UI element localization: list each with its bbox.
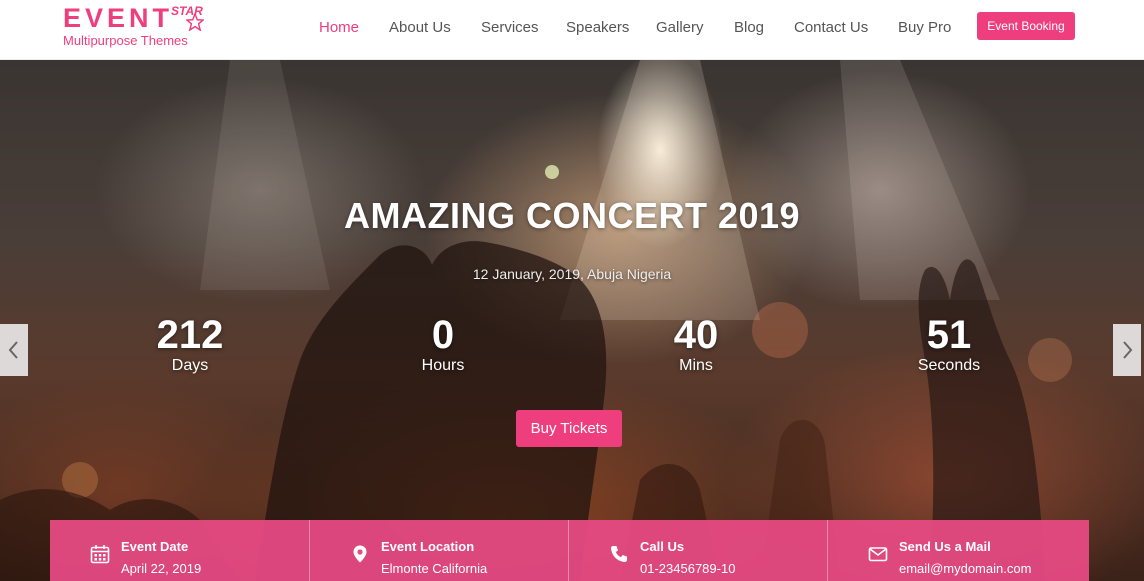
- info-title: Event Location: [381, 539, 475, 554]
- info-send-mail: Send Us a Mail email@mydomain.com: [827, 520, 1086, 581]
- hero-slider: AMAZING CONCERT 2019 12 January, 2019, A…: [0, 60, 1144, 581]
- info-title: Send Us a Mail: [899, 539, 991, 554]
- buy-tickets-button[interactable]: Buy Tickets: [516, 410, 622, 447]
- countdown-mins: 40 Mins: [626, 313, 766, 375]
- countdown-value: 51: [926, 313, 972, 357]
- countdown-label: Hours: [421, 357, 465, 374]
- countdown-value: 40: [673, 313, 719, 357]
- nav-services[interactable]: Services: [481, 19, 539, 36]
- countdown-label: Seconds: [917, 357, 981, 374]
- location-pin-icon: [353, 545, 367, 563]
- nav-contact-us[interactable]: Contact Us: [794, 19, 868, 36]
- info-value: April 22, 2019: [121, 561, 202, 576]
- countdown-value: 212: [156, 313, 224, 357]
- chevron-left-icon: [8, 341, 18, 359]
- nav-home[interactable]: Home: [319, 19, 359, 36]
- countdown-label: Mins: [679, 357, 713, 374]
- countdown-hours: 0 Hours: [373, 313, 513, 375]
- hero-subtitle: 12 January, 2019, Abuja Nigeria: [472, 266, 672, 282]
- info-event-date: Event Date April 22, 2019: [50, 520, 309, 581]
- hero-title: AMAZING CONCERT 2019: [343, 195, 801, 236]
- info-title: Event Date: [121, 539, 189, 554]
- nav-buy-pro[interactable]: Buy Pro: [898, 19, 951, 36]
- info-event-location: Event Location Elmonte California: [309, 520, 568, 581]
- info-value: email@mydomain.com: [899, 561, 1032, 576]
- nav-blog[interactable]: Blog: [734, 19, 764, 36]
- envelope-icon: [868, 547, 888, 562]
- calendar-icon: [90, 545, 110, 564]
- countdown-value: 0: [431, 313, 455, 357]
- countdown-label: Days: [171, 357, 209, 374]
- phone-icon: [611, 546, 627, 562]
- chevron-right-icon: [1123, 341, 1133, 359]
- event-booking-button[interactable]: Event Booking: [977, 12, 1075, 40]
- slider-next-button[interactable]: [1113, 324, 1141, 376]
- info-title: Call Us: [640, 539, 685, 554]
- countdown-seconds: 51 Seconds: [879, 313, 1019, 375]
- info-call-us: Call Us 01-23456789-10: [568, 520, 827, 581]
- main-nav: Home About Us Services Speakers Gallery …: [0, 0, 1144, 60]
- site-header: EVENT STAR Multipurpose Themes Home Abou…: [0, 0, 1144, 60]
- slider-prev-button[interactable]: [0, 324, 28, 376]
- nav-about-us[interactable]: About Us: [389, 19, 451, 36]
- info-value: 01-23456789-10: [640, 561, 736, 576]
- event-info-bar: Event Date April 22, 2019 Event Location…: [50, 520, 1089, 581]
- countdown-days: 212 Days: [120, 313, 260, 375]
- nav-gallery[interactable]: Gallery: [656, 19, 704, 36]
- info-value: Elmonte California: [381, 561, 488, 576]
- nav-speakers[interactable]: Speakers: [566, 19, 629, 36]
